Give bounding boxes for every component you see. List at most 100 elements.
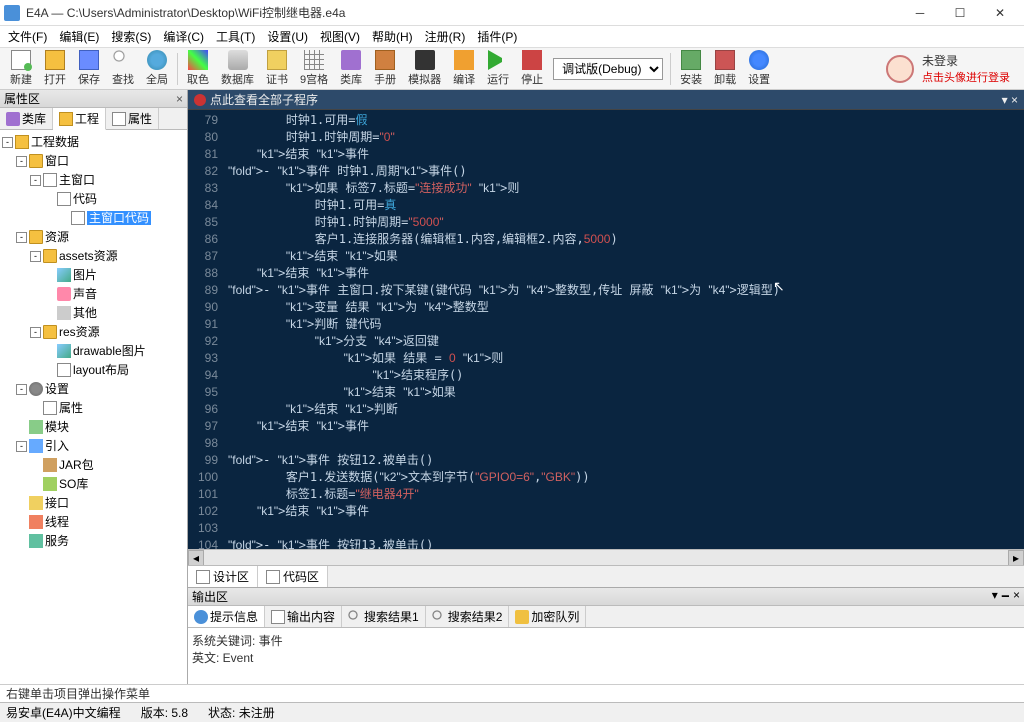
build-mode-select[interactable]: 调试版(Debug) — [553, 58, 663, 80]
left-panel-close-icon[interactable]: × — [176, 92, 183, 106]
avatar[interactable] — [886, 55, 914, 83]
menu-item[interactable]: 注册(R) — [419, 26, 472, 47]
tree-toggle[interactable]: - — [16, 384, 27, 395]
tree-node[interactable]: layout布局 — [2, 360, 185, 379]
menu-item[interactable]: 文件(F) — [2, 26, 53, 47]
toolbar-cert-button[interactable]: 证书 — [260, 48, 294, 89]
menu-item[interactable]: 视图(V) — [314, 26, 366, 47]
inst-icon — [681, 50, 701, 70]
code-editor[interactable]: 7980818283848586878889909192939495969798… — [188, 110, 1024, 549]
toolbar-run-button[interactable]: 运行 — [481, 48, 515, 89]
tree-toggle[interactable]: - — [30, 251, 41, 262]
menu-item[interactable]: 设置(U) — [261, 26, 314, 47]
view-tab-代码区[interactable]: 代码区 — [258, 566, 328, 587]
menu-item[interactable]: 搜索(S) — [105, 26, 157, 47]
output-tab-搜索结果1[interactable]: 搜索结果1 — [342, 606, 426, 627]
toolbar-label: 保存 — [78, 71, 100, 87]
toolbar-set-button[interactable]: 设置 — [742, 48, 776, 89]
output-tab-提示信息[interactable]: 提示信息 — [188, 606, 265, 627]
left-tab-属性[interactable]: 属性 — [106, 108, 159, 129]
save-icon — [79, 50, 99, 70]
toolbar-cls-button[interactable]: 类库 — [334, 48, 368, 89]
tree-icon — [43, 401, 57, 415]
toolbar-book-button[interactable]: 手册 — [368, 48, 402, 89]
tree-node[interactable]: JAR包 — [2, 455, 185, 474]
menu-item[interactable]: 编译(C) — [157, 26, 210, 47]
tab-icon — [271, 610, 285, 624]
tree-toggle[interactable]: - — [16, 156, 27, 167]
code-tab-icon — [194, 94, 206, 106]
tree-node[interactable]: drawable图片 — [2, 341, 185, 360]
toolbar-label: 类库 — [340, 71, 362, 87]
toolbar-color-button[interactable]: 取色 — [181, 48, 215, 89]
tree-node[interactable]: 属性 — [2, 398, 185, 417]
menu-item[interactable]: 编辑(E) — [53, 26, 105, 47]
menu-item[interactable]: 帮助(H) — [366, 26, 419, 47]
tree-toggle[interactable]: - — [30, 175, 41, 186]
tree-label: SO库 — [59, 477, 88, 491]
tree-icon — [57, 268, 71, 282]
toolbar-glob-button[interactable]: 全局 — [140, 48, 174, 89]
tree-node[interactable]: 模块 — [2, 417, 185, 436]
close-button[interactable]: ✕ — [980, 0, 1020, 26]
toolbar-uninst-button[interactable]: 卸载 — [708, 48, 742, 89]
tab-icon — [196, 570, 210, 584]
toolbar-open-button[interactable]: 打开 — [38, 48, 72, 89]
tree-toggle[interactable]: - — [30, 327, 41, 338]
menu-bar: 文件(F)编辑(E)搜索(S)编译(C)工具(T)设置(U)视图(V)帮助(H)… — [0, 26, 1024, 48]
toolbar-new-button[interactable]: 新建 — [4, 48, 38, 89]
tree-node[interactable]: 图片 — [2, 265, 185, 284]
tree-toggle[interactable]: - — [16, 232, 27, 243]
tree-toggle[interactable]: - — [16, 441, 27, 452]
tree-node[interactable]: -工程数据 — [2, 132, 185, 151]
left-tab-类库[interactable]: 类库 — [0, 108, 53, 129]
right-panel: 点此查看全部子程序 ▾ × 79808182838485868788899091… — [188, 90, 1024, 684]
tree-toggle[interactable]: - — [2, 137, 13, 148]
tree-node[interactable]: 代码 — [2, 189, 185, 208]
left-tab-工程[interactable]: 工程 — [53, 108, 106, 130]
tree-icon — [29, 382, 43, 396]
tree-node[interactable]: -资源 — [2, 227, 185, 246]
maximize-button[interactable]: ☐ — [940, 0, 980, 26]
code-tab-bar[interactable]: 点此查看全部子程序 ▾ × — [188, 90, 1024, 110]
tree-node[interactable]: 接口 — [2, 493, 185, 512]
code-tab-dropdown-icon[interactable]: ▾ × — [1002, 93, 1018, 107]
toolbar-inst-button[interactable]: 安装 — [674, 48, 708, 89]
menu-item[interactable]: 工具(T) — [210, 26, 261, 47]
toolbar-compile-button[interactable]: 编译 — [447, 48, 481, 89]
toolbar-find-button[interactable]: 查找 — [106, 48, 140, 89]
tree-node[interactable]: 主窗口代码 — [2, 208, 185, 227]
minimize-button[interactable]: ─ — [900, 0, 940, 26]
scroll-left-icon[interactable]: ◂ — [188, 550, 204, 566]
tree-node[interactable]: 服务 — [2, 531, 185, 550]
toolbar-save-button[interactable]: 保存 — [72, 48, 106, 89]
toolbar-label: 证书 — [266, 71, 288, 87]
output-title-controls[interactable]: ▾ 🗕 × — [992, 586, 1020, 607]
tree-node[interactable]: -引入 — [2, 436, 185, 455]
tree-node[interactable]: -res资源 — [2, 322, 185, 341]
toolbar-phone-button[interactable]: 模拟器 — [402, 48, 447, 89]
horizontal-scrollbar[interactable]: ◂ ▸ — [188, 549, 1024, 565]
tree-node[interactable]: -assets资源 — [2, 246, 185, 265]
toolbar-label: 数据库 — [221, 71, 254, 87]
tree-node[interactable]: -主窗口 — [2, 170, 185, 189]
toolbar-grid-button[interactable]: 9宫格 — [294, 48, 334, 89]
output-content[interactable]: 系统关键词: 事件英文: Event — [188, 628, 1024, 684]
output-tab-搜索结果2[interactable]: 搜索结果2 — [426, 606, 510, 627]
view-tab-设计区[interactable]: 设计区 — [188, 566, 258, 587]
output-tab-输出内容[interactable]: 输出内容 — [265, 606, 342, 627]
menu-item[interactable]: 插件(P) — [471, 26, 523, 47]
tree-node[interactable]: -设置 — [2, 379, 185, 398]
tree-node[interactable]: SO库 — [2, 474, 185, 493]
scroll-right-icon[interactable]: ▸ — [1008, 550, 1024, 566]
tree-node[interactable]: 声音 — [2, 284, 185, 303]
tree-node[interactable]: 其他 — [2, 303, 185, 322]
output-tab-加密队列[interactable]: 加密队列 — [509, 606, 586, 627]
tree-node[interactable]: 线程 — [2, 512, 185, 531]
tree-node[interactable]: -窗口 — [2, 151, 185, 170]
toolbar-stop-button[interactable]: 停止 — [515, 48, 549, 89]
code-content[interactable]: 时钟1.可用=假 时钟1.时钟周期="0" "k1">结束 "k1">事件 "f… — [224, 110, 1024, 549]
toolbar-db-button[interactable]: 数据库 — [215, 48, 260, 89]
project-tree[interactable]: -工程数据-窗口-主窗口代码主窗口代码-资源-assets资源图片声音其他-re… — [0, 130, 187, 684]
user-area[interactable]: 未登录点击头像进行登录 — [886, 52, 1020, 85]
